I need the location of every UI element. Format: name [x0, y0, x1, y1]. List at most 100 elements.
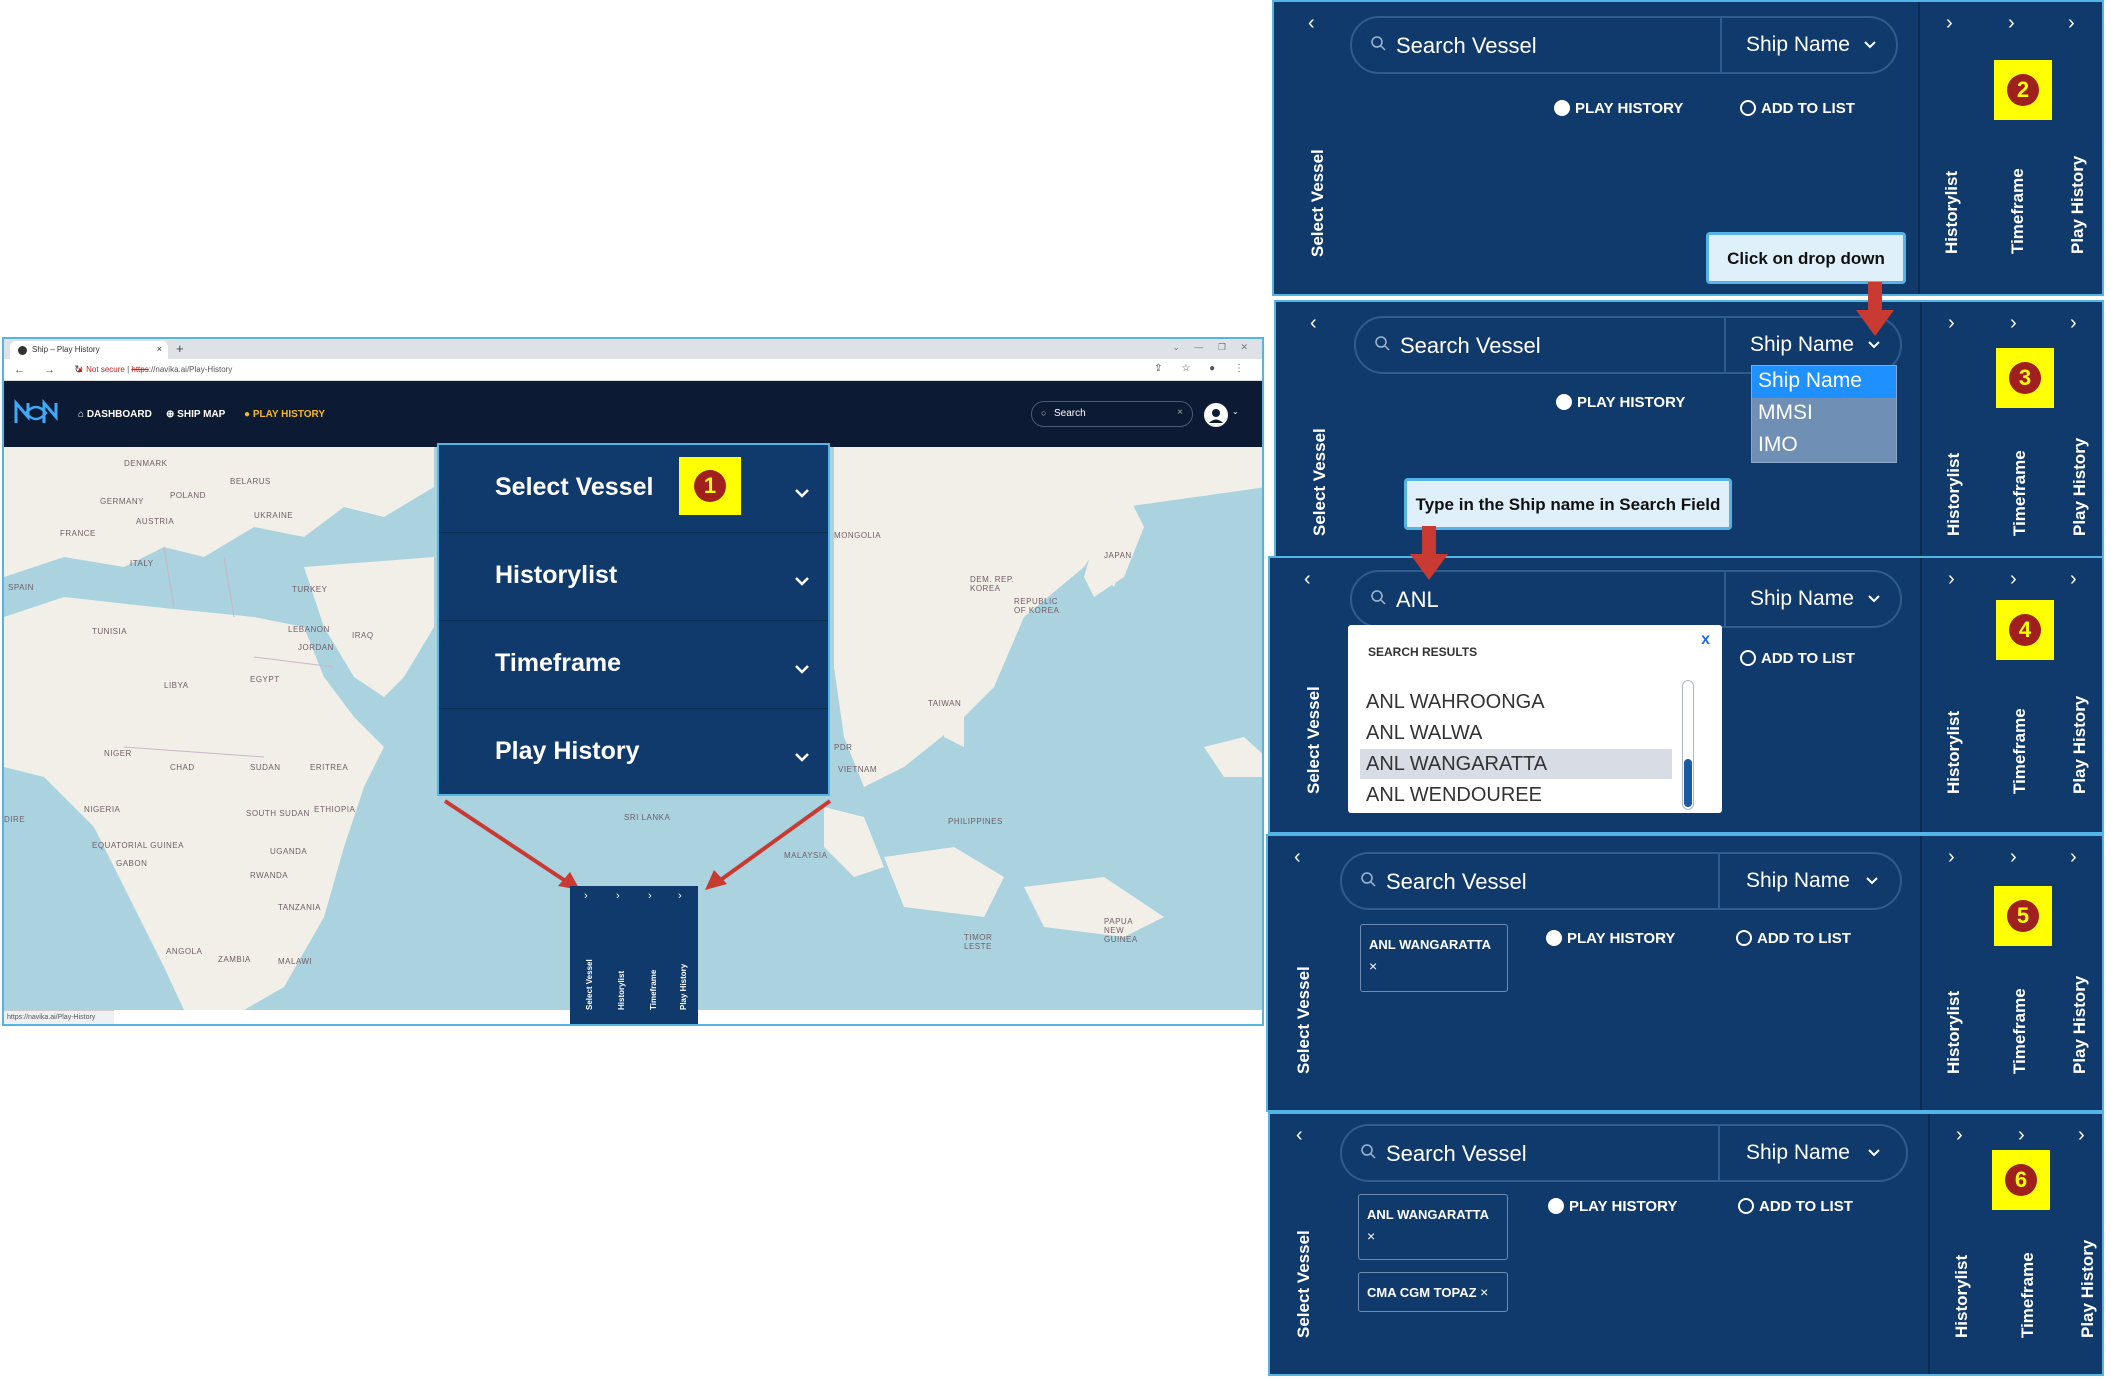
tab-historylist[interactable]: Historylist: [1952, 1255, 1972, 1338]
add-to-list-button[interactable]: ADD TO LIST: [1738, 1198, 1853, 1215]
chevron-right-icon[interactable]: ›: [2018, 1124, 2025, 1147]
chevron-left-icon[interactable]: ‹: [1310, 312, 1317, 335]
tab-historylist[interactable]: Historylist: [1944, 991, 1964, 1074]
avatar[interactable]: [1204, 403, 1228, 427]
chevron-right-icon[interactable]: ›: [1948, 568, 1955, 591]
results-scrollbar[interactable]: [1682, 680, 1694, 810]
search-type-select[interactable]: Ship Name: [1750, 333, 1854, 357]
header-search-input[interactable]: ○ Search ×: [1031, 401, 1193, 427]
chevron-right-icon[interactable]: ›: [2070, 568, 2077, 591]
add-to-list-button[interactable]: ADD TO LIST: [1740, 650, 1855, 667]
chevron-right-icon[interactable]: ›: [2010, 312, 2017, 335]
search-result-item[interactable]: ANL WAHROONGA: [1360, 687, 1672, 717]
tab-historylist[interactable]: Historylist: [1944, 453, 1964, 536]
chevron-right-icon[interactable]: ›: [2070, 846, 2077, 869]
tab-timeframe[interactable]: Timeframe: [2010, 450, 2030, 536]
play-history-button[interactable]: PLAY HISTORY: [1548, 1198, 1677, 1215]
play-history-button[interactable]: PLAY HISTORY: [1546, 930, 1675, 947]
tab-play-history[interactable]: Play History: [2070, 438, 2090, 536]
accordion-timeframe[interactable]: Timeframe: [439, 621, 828, 709]
chevron-right-icon[interactable]: ›: [616, 890, 620, 902]
vessel-search-input[interactable]: Search Vessel Ship Name: [1340, 1124, 1908, 1182]
accordion-historylist[interactable]: Historylist: [439, 533, 828, 621]
tab-select-vessel[interactable]: Select Vessel: [1304, 686, 1324, 794]
add-to-list-button[interactable]: ADD TO LIST: [1740, 100, 1855, 117]
chevron-right-icon[interactable]: ›: [648, 890, 652, 902]
search-result-item[interactable]: ANL WENDOUREE: [1360, 780, 1672, 810]
close-icon[interactable]: x: [1701, 631, 1710, 649]
tab-timeframe[interactable]: Timeframe: [2010, 708, 2030, 794]
vessel-search-input[interactable]: Search Vessel Ship Name: [1340, 852, 1902, 910]
tab-select-vessel[interactable]: Select Vessel: [1310, 428, 1330, 536]
play-history-button[interactable]: PLAY HISTORY: [1556, 394, 1685, 411]
accordion-play-history[interactable]: Play History: [439, 709, 828, 797]
accordion-select-vessel[interactable]: Select Vessel: [439, 445, 828, 533]
add-to-list-button[interactable]: ADD TO LIST: [1736, 930, 1851, 947]
chevron-right-icon[interactable]: ›: [678, 890, 682, 902]
search-type-select[interactable]: Ship Name: [1750, 587, 1854, 611]
tab-select-vessel[interactable]: Select Vessel: [1308, 149, 1328, 257]
map-label: TUNISIA: [92, 627, 128, 636]
chevron-right-icon[interactable]: ›: [1946, 12, 1953, 35]
tab-historylist[interactable]: Historylist: [1942, 171, 1962, 254]
browser-tab[interactable]: Ship – Play History ×: [10, 341, 168, 359]
tab-play-history[interactable]: Play History: [2070, 976, 2090, 1074]
chevron-right-icon[interactable]: ›: [2070, 312, 2077, 335]
tab-favicon-icon: [18, 346, 27, 355]
nav-dashboard[interactable]: ⌂ DASHBOARD: [78, 409, 152, 420]
tab-timeframe[interactable]: Timeframe: [2008, 168, 2028, 254]
dropdown-option-mmsi[interactable]: MMSI: [1752, 398, 1896, 430]
tab-historylist[interactable]: Historylist: [1944, 711, 1964, 794]
chevron-right-icon[interactable]: ›: [1948, 846, 1955, 869]
scrollbar-thumb[interactable]: [1684, 759, 1692, 807]
callout-dropdown: Click on drop down: [1706, 232, 1906, 284]
chevron-right-icon[interactable]: ›: [2010, 846, 2017, 869]
nav-ship-map[interactable]: ⊕ SHIP MAP: [166, 409, 225, 420]
chevron-left-icon[interactable]: ‹: [1304, 568, 1311, 591]
search-type-select[interactable]: Ship Name: [1746, 33, 1850, 57]
tab-timeframe[interactable]: Timeframe: [2010, 988, 2030, 1074]
tab-play-history[interactable]: Play History: [2068, 156, 2088, 254]
chevron-right-icon[interactable]: ›: [2068, 12, 2075, 35]
chevron-left-icon[interactable]: ‹: [1308, 12, 1315, 35]
tab-play-history[interactable]: Play History: [2070, 696, 2090, 794]
chevron-right-icon[interactable]: ›: [1956, 1124, 1963, 1147]
tab-historylist[interactable]: Historylist: [617, 971, 626, 1010]
chevron-left-icon[interactable]: ‹: [1296, 1124, 1303, 1147]
chevron-down-icon[interactable]: ⌄: [1232, 407, 1239, 416]
remove-chip-icon[interactable]: ×: [1367, 1228, 1499, 1244]
remove-chip-icon[interactable]: ×: [1369, 958, 1499, 974]
search-result-item[interactable]: ANL WANGARATTA: [1360, 749, 1672, 779]
dropdown-option-imo[interactable]: IMO: [1752, 430, 1896, 462]
search-result-item[interactable]: ANL WALWA: [1360, 718, 1672, 748]
tab-close-icon[interactable]: ×: [157, 344, 162, 354]
tab-select-vessel[interactable]: Select Vessel: [1294, 966, 1314, 1074]
search-type-select[interactable]: Ship Name: [1746, 869, 1850, 893]
nav-play-history[interactable]: ● PLAY HISTORY: [244, 409, 325, 420]
dropdown-option-ship-name[interactable]: Ship Name: [1752, 366, 1896, 398]
navika-logo-icon[interactable]: [14, 399, 58, 427]
chevron-right-icon[interactable]: ›: [584, 890, 588, 902]
tab-timeframe[interactable]: Timeframe: [2018, 1252, 2038, 1338]
new-tab-icon[interactable]: +: [176, 341, 184, 356]
chevron-right-icon[interactable]: ›: [2008, 12, 2015, 35]
remove-chip-icon[interactable]: ×: [1480, 1284, 1488, 1300]
search-type-select[interactable]: Ship Name: [1746, 1141, 1850, 1165]
browser-actions-icon[interactable]: ⇪ ☆ ● ⋮: [1154, 363, 1252, 374]
vessel-search-input[interactable]: Search Vessel Ship Name: [1350, 16, 1898, 74]
step-badge: 1: [679, 457, 741, 515]
url-field[interactable]: ▲ Not secure | https://navika.ai/Play-Hi…: [76, 362, 1176, 378]
tab-play-history[interactable]: Play History: [679, 964, 688, 1010]
chevron-right-icon[interactable]: ›: [2010, 568, 2017, 591]
play-history-button[interactable]: PLAY HISTORY: [1554, 100, 1683, 117]
tab-select-vessel[interactable]: Select Vessel: [1294, 1230, 1314, 1338]
chevron-left-icon[interactable]: ‹: [1294, 846, 1301, 869]
map-label: GABON: [116, 859, 148, 868]
window-controls-icon[interactable]: ⌄ — ❐ ✕: [1172, 342, 1254, 353]
chevron-right-icon[interactable]: ›: [1948, 312, 1955, 335]
clear-search-icon[interactable]: ×: [1177, 407, 1183, 418]
tab-timeframe[interactable]: Timeframe: [649, 970, 658, 1010]
tab-select-vessel[interactable]: Select Vessel: [585, 959, 594, 1010]
chevron-right-icon[interactable]: ›: [2078, 1124, 2085, 1147]
tab-play-history[interactable]: Play History: [2078, 1240, 2098, 1338]
